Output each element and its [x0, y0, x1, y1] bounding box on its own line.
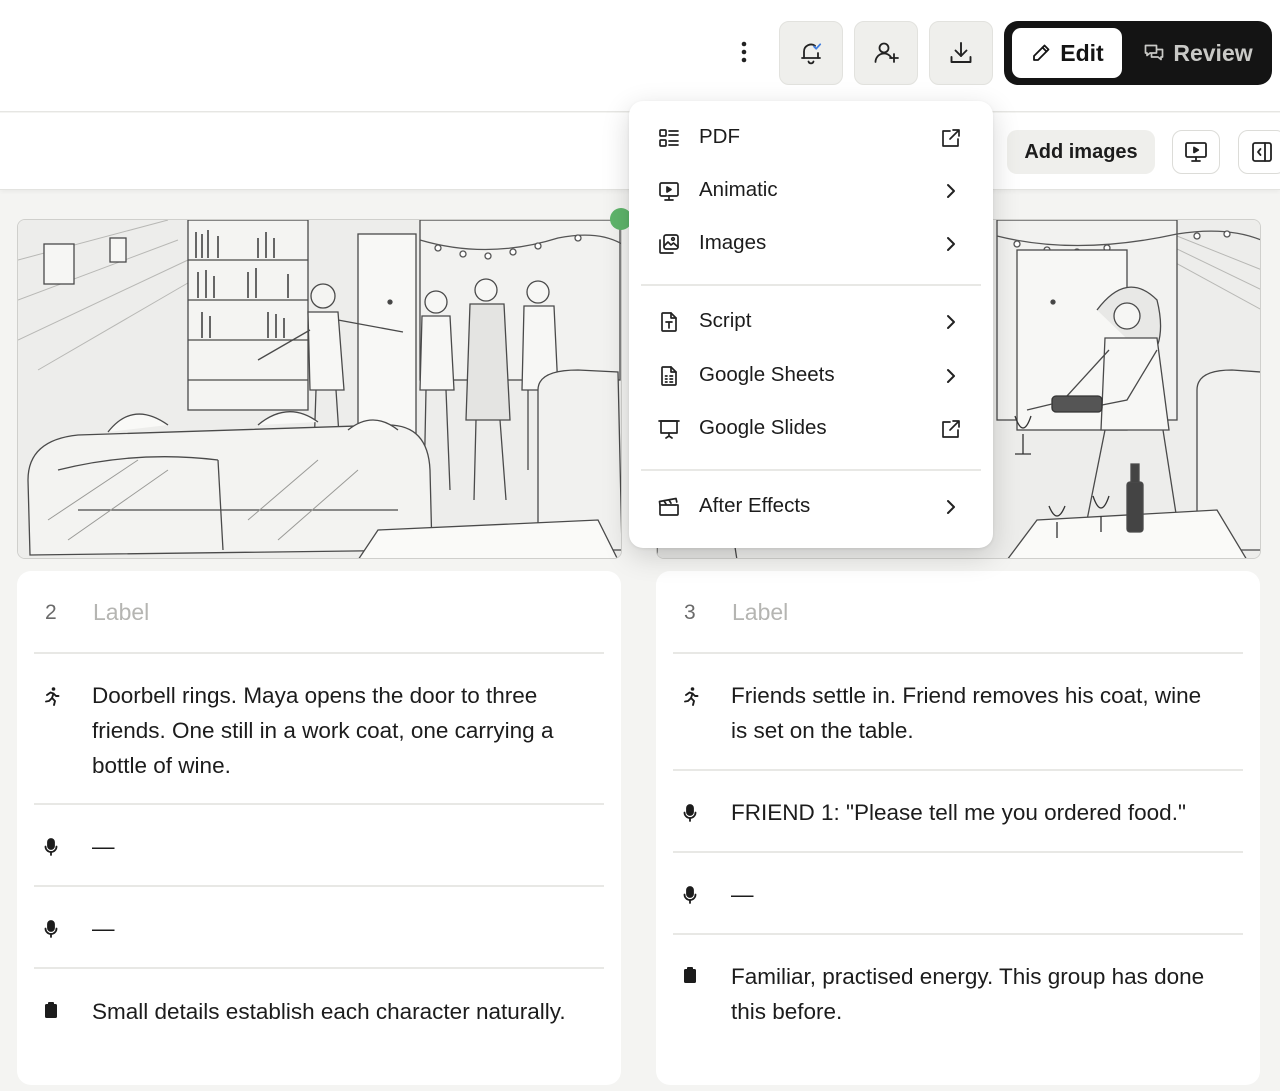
- divider: [673, 933, 1243, 935]
- frame-3-card: 3 Label Friends settle in. Friend remove…: [656, 571, 1260, 1085]
- review-mode-button[interactable]: Review: [1132, 28, 1264, 78]
- menu-item-google-slides[interactable]: Google Slides: [639, 405, 983, 453]
- toggle-panel-button[interactable]: [1238, 130, 1280, 174]
- frame-2-card: 2 Label Doorbell rings. Maya opens the d…: [17, 571, 621, 1085]
- running-figure-icon: [684, 687, 699, 706]
- sheet-file-icon: [661, 366, 677, 386]
- pencil-icon: [1033, 44, 1050, 61]
- review-mode-label: Review: [1173, 39, 1253, 66]
- menu-item-pdf[interactable]: PDF: [639, 114, 983, 162]
- microphone-icon: [683, 804, 697, 822]
- menu-item-label: PDF: [699, 125, 740, 148]
- frame-header: 2 Label: [17, 591, 621, 635]
- edit-mode-label: Edit: [1060, 39, 1104, 66]
- edit-mode-button[interactable]: Edit: [1012, 28, 1122, 78]
- script-file-icon: [661, 312, 677, 332]
- frame-label-input[interactable]: Label: [732, 599, 788, 626]
- menu-item-script[interactable]: Script: [639, 298, 983, 346]
- dialogue-row[interactable]: —: [656, 877, 1260, 917]
- divider: [673, 652, 1243, 654]
- divider: [34, 967, 604, 969]
- more-vertical-icon: [741, 41, 747, 63]
- panel-left-icon: [1252, 142, 1272, 162]
- menu-item-label: Script: [699, 309, 752, 332]
- external-link-icon: [942, 420, 960, 438]
- action-row[interactable]: Friends settle in. Friend removes his co…: [656, 678, 1260, 753]
- notes-text: Familiar, practised energy. This group h…: [731, 964, 1205, 1024]
- chevron-right-icon: [947, 369, 955, 383]
- present-button[interactable]: [1172, 130, 1220, 174]
- microphone-icon: [683, 886, 697, 904]
- menu-item-images[interactable]: Images: [639, 220, 983, 268]
- share-button[interactable]: [854, 21, 918, 85]
- notes-row[interactable]: Small details establish each character n…: [17, 994, 621, 1069]
- dialogue-text: FRIEND 1: "Please tell me you ordered fo…: [731, 800, 1186, 825]
- chevron-right-icon: [947, 184, 955, 198]
- divider: [673, 851, 1243, 853]
- action-text: Friends settle in. Friend removes his co…: [731, 683, 1202, 743]
- dialogue-row[interactable]: FRIEND 1: "Please tell me you ordered fo…: [656, 795, 1260, 835]
- frame-label-input[interactable]: Label: [93, 599, 149, 626]
- frame-number: 3: [684, 601, 696, 624]
- divider: [34, 885, 604, 887]
- menu-item-label: After Effects: [699, 494, 811, 517]
- menu-item-label: Google Sheets: [699, 363, 835, 386]
- more-options-button[interactable]: [724, 32, 764, 72]
- menu-item-label: Images: [699, 231, 767, 254]
- clipboard-icon: [684, 967, 696, 983]
- action-row[interactable]: Doorbell rings. Maya opens the door to t…: [17, 678, 621, 788]
- pdf-layout-icon: [659, 129, 679, 147]
- add-images-button[interactable]: Add images: [1007, 130, 1155, 174]
- dialogue-row[interactable]: —: [17, 911, 621, 951]
- menu-item-label: Animatic: [699, 178, 778, 201]
- top-bar: Edit Review: [0, 0, 1280, 112]
- menu-item-label: Google Slides: [699, 416, 827, 439]
- menu-item-google-sheets[interactable]: Google Sheets: [639, 352, 983, 400]
- bell-check-icon: [801, 43, 822, 65]
- notifications-button[interactable]: [779, 21, 843, 85]
- external-link-icon: [942, 129, 960, 147]
- action-text: Doorbell rings. Maya opens the door to t…: [92, 683, 554, 778]
- notes-text: Small details establish each character n…: [92, 999, 566, 1024]
- dialogue-row[interactable]: —: [17, 829, 621, 869]
- divider: [673, 769, 1243, 771]
- microphone-icon: [44, 920, 58, 938]
- running-figure-icon: [45, 687, 60, 706]
- mode-switch: Edit Review: [1004, 21, 1272, 85]
- menu-separator: [641, 469, 981, 471]
- menu-item-after-effects[interactable]: After Effects: [639, 483, 983, 531]
- divider: [34, 652, 604, 654]
- frame-header: 3 Label: [656, 591, 1260, 635]
- export-menu: PDF Animatic Images Script Google Sheets…: [629, 101, 993, 548]
- presentation-icon: [659, 182, 679, 201]
- divider: [34, 803, 604, 805]
- dialogue-text: —: [92, 916, 115, 941]
- user-plus-icon: [874, 42, 899, 63]
- comments-icon: [1145, 44, 1164, 61]
- images-icon: [659, 234, 679, 254]
- microphone-icon: [44, 838, 58, 856]
- slides-icon: [658, 420, 680, 439]
- frame-number: 2: [45, 601, 57, 624]
- frame-2-image[interactable]: [17, 219, 622, 559]
- presentation-icon: [1185, 142, 1207, 162]
- dialogue-text: —: [731, 882, 754, 907]
- download-icon: [950, 42, 972, 63]
- menu-separator: [641, 284, 981, 286]
- menu-item-animatic[interactable]: Animatic: [639, 167, 983, 215]
- clapperboard-icon: [658, 497, 679, 516]
- clipboard-icon: [45, 1002, 57, 1018]
- chevron-right-icon: [947, 315, 955, 329]
- download-button[interactable]: [929, 21, 993, 85]
- sketch-living-room-illustration: [18, 220, 621, 558]
- dialogue-text: —: [92, 834, 115, 859]
- chevron-right-icon: [947, 500, 955, 514]
- chevron-right-icon: [947, 237, 955, 251]
- notes-row[interactable]: Familiar, practised energy. This group h…: [656, 959, 1260, 1034]
